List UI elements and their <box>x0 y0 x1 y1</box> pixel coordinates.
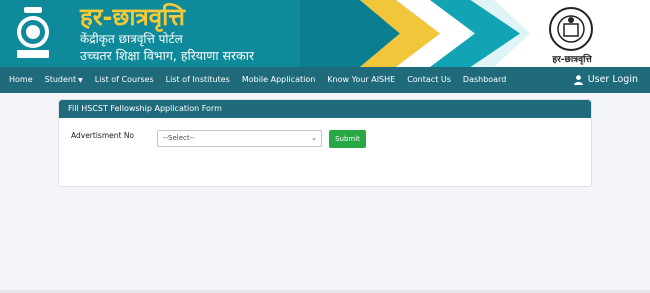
advertisment-row: Advertisment No --Select-- ⌄ Submit <box>71 130 366 148</box>
application-form-card: Fill HSCST Fellowship Application Form A… <box>58 99 592 187</box>
form-heading: Fill HSCST Fellowship Application Form <box>59 100 591 118</box>
department-logo-caption: हर-छात्रवृत्ति <box>552 55 592 65</box>
main-navbar: Home Student ▼ List of Courses List of In… <box>0 67 650 93</box>
user-icon <box>573 75 583 85</box>
caret-down-icon: ▼ <box>78 76 83 84</box>
portal-subtitle: केंद्रीकृत छात्रवृत्ति पोर्टल <box>80 32 183 46</box>
nav-mobile-application[interactable]: Mobile Application <box>236 67 321 93</box>
nav-student-label: Student <box>44 74 77 84</box>
nav-list-of-institutes[interactable]: List of Institutes <box>160 67 236 93</box>
nav-list-of-courses[interactable]: List of Courses <box>89 67 160 93</box>
select-chevron-icon: ⌄ <box>311 134 317 142</box>
nav-student[interactable]: Student ▼ <box>39 67 89 94</box>
header-banner: हर-छात्रवृत्ति केंद्रीकृत छात्रवृत्ति पो… <box>0 0 650 67</box>
nav-dashboard[interactable]: Dashboard <box>457 67 512 93</box>
submit-button[interactable]: Submit <box>329 130 366 148</box>
portal-title: हर-छात्रवृत्ति <box>80 3 185 31</box>
nav-home[interactable]: Home <box>0 67 39 93</box>
advertisment-label: Advertisment No <box>71 131 135 140</box>
portal-title-block: हर-छात्रवृत्ति केंद्रीकृत छात्रवृत्ति पो… <box>80 3 254 64</box>
user-login-label: User Login <box>587 74 638 85</box>
department-name: उच्चतर शिक्षा विभाग, हरियाणा सरकार <box>80 48 255 63</box>
advertisment-select-value: --Select-- <box>163 134 195 142</box>
user-login-link[interactable]: User Login <box>573 67 638 93</box>
nav-know-your-aishe[interactable]: Know Your AISHE <box>321 67 401 93</box>
department-logo-icon <box>549 7 593 51</box>
advertisment-select[interactable]: --Select-- ⌄ <box>157 130 322 147</box>
haryana-emblem-icon <box>17 7 49 58</box>
teal-chevron-decoration <box>430 0 520 67</box>
nav-contact-us[interactable]: Contact Us <box>401 67 457 93</box>
